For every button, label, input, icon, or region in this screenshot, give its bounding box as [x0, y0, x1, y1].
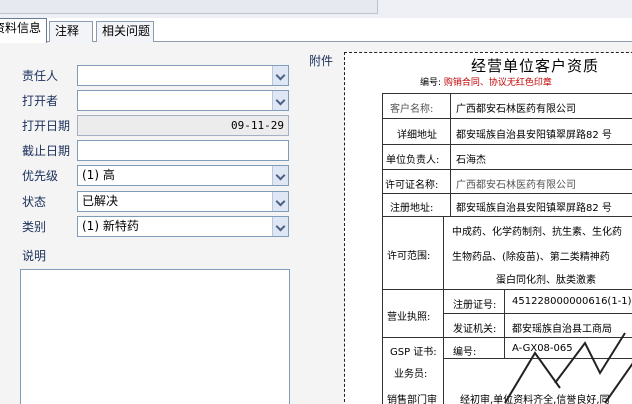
owner-select[interactable]	[77, 65, 289, 86]
table-line	[450, 93, 451, 216]
category-select[interactable]: (1) 新特药	[77, 216, 289, 237]
category-label: 类别	[22, 220, 47, 234]
business-license-label: 营业执照:	[387, 312, 431, 323]
issuer-value: 都安瑶族自治县工商局	[512, 324, 612, 335]
leader-value: 石海杰	[456, 155, 486, 166]
opener-select[interactable]	[77, 90, 289, 111]
sales-dept-label: 销售部门审	[387, 395, 437, 404]
table-line	[382, 93, 383, 404]
scope-line-3: 蛋白同化剂、肽类激素	[496, 275, 596, 286]
scope-label: 许可范围:	[387, 251, 431, 262]
owner-label: 责任人	[22, 69, 59, 83]
issuer-label: 发证机关:	[453, 324, 497, 335]
attachment-document-image[interactable]: 经营单位客户资质 编号: 购销合同、协议无红色印章 客户名称: 广西都安石林医药	[344, 52, 632, 404]
table-line	[443, 313, 632, 314]
reg-address-label: 注册地址:	[390, 203, 434, 214]
priority-value: (1) 高	[82, 168, 115, 182]
table-line	[382, 193, 632, 194]
gsp-no-value: A-GX08-065	[512, 343, 573, 354]
reg-no-value: 451228000000616(1-1)	[512, 296, 632, 307]
customer-name-label: 客户名称:	[390, 104, 434, 115]
attachment-label: 附件	[309, 54, 334, 68]
priority-label: 优先级	[22, 169, 59, 183]
open-date-label: 打开日期	[22, 119, 71, 133]
document-red-note: 购销合同、协议无红色印章	[443, 78, 552, 88]
document-subtitle: 编号: 购销合同、协议无红色印章	[420, 75, 552, 88]
window-top-strip	[0, 0, 632, 18]
sales-dept-value: 经初审,单位资料齐全,信誉良好,同	[460, 395, 610, 404]
description-label: 说明	[22, 249, 47, 263]
status-label: 状态	[22, 195, 47, 209]
tab-related-issues[interactable]: 相关问题	[96, 21, 154, 42]
address-value: 都安瑶族自治县安阳镇翠屏路82 号	[456, 130, 612, 141]
table-line	[382, 216, 632, 217]
table-line	[504, 337, 505, 358]
top-strip-panel	[0, 0, 378, 14]
due-date-label: 截止日期	[22, 144, 71, 158]
chevron-down-icon[interactable]	[272, 217, 288, 236]
tab-bar: 资料信息 注释 相关问题	[0, 18, 632, 43]
status-select[interactable]: 已解决	[77, 191, 289, 212]
scope-line-2: 生物药品、(除疫苗)、第二类精神药	[452, 252, 610, 263]
table-line	[443, 216, 444, 404]
open-date-field: 09-11-29	[77, 115, 289, 136]
chevron-down-icon[interactable]	[272, 166, 288, 185]
chevron-down-icon[interactable]	[272, 91, 288, 110]
gsp-no-label: 编号:	[453, 347, 477, 358]
description-textarea[interactable]	[20, 269, 290, 404]
table-line	[382, 337, 632, 338]
salesperson-label: 业务员:	[394, 369, 428, 380]
category-value: (1) 新特药	[82, 219, 139, 233]
open-date-value: 09-11-29	[231, 119, 284, 132]
priority-select[interactable]: (1) 高	[77, 165, 289, 186]
tab-info[interactable]: 资料信息	[0, 18, 47, 43]
scope-line-1: 中成药、化学药制剂、抗生素、生化药	[452, 227, 622, 238]
table-line	[382, 169, 632, 170]
status-value: 已解决	[82, 194, 119, 208]
document-table: 客户名称: 广西都安石林医药有限公司 详细地址 都安瑶族自治县安阳镇翠屏路82 …	[382, 93, 632, 404]
due-date-input[interactable]	[77, 140, 289, 161]
leader-label: 单位负责人:	[386, 155, 440, 166]
table-line	[504, 289, 505, 337]
document-title: 经营单位客户资质	[471, 57, 600, 75]
table-line	[382, 93, 632, 94]
license-name-label: 许可证名称:	[385, 180, 439, 191]
address-label: 详细地址	[397, 130, 437, 141]
license-name-value: 广西都安石林医药有限公司	[456, 180, 576, 191]
opener-label: 打开者	[22, 94, 59, 108]
gsp-label: GSP 证书:	[390, 347, 437, 358]
tab-notes[interactable]: 注释	[49, 21, 93, 42]
chevron-down-icon[interactable]	[272, 192, 288, 211]
reg-no-label: 注册证号:	[453, 300, 497, 311]
info-panel: 责任人 打开者 打开日期 09-11-29 截止日期 优先级 (1) 高 状态 …	[0, 42, 632, 404]
table-line	[443, 358, 632, 359]
chevron-down-icon[interactable]	[272, 66, 288, 85]
reg-address-value: 都安瑶族自治县安阳镇翠屏路82 号	[456, 203, 612, 214]
document-sub-prefix: 编号:	[420, 78, 442, 88]
table-line	[382, 144, 632, 145]
table-line	[382, 289, 632, 290]
customer-name-value: 广西都安石林医药有限公司	[456, 104, 576, 115]
table-line	[382, 118, 632, 119]
